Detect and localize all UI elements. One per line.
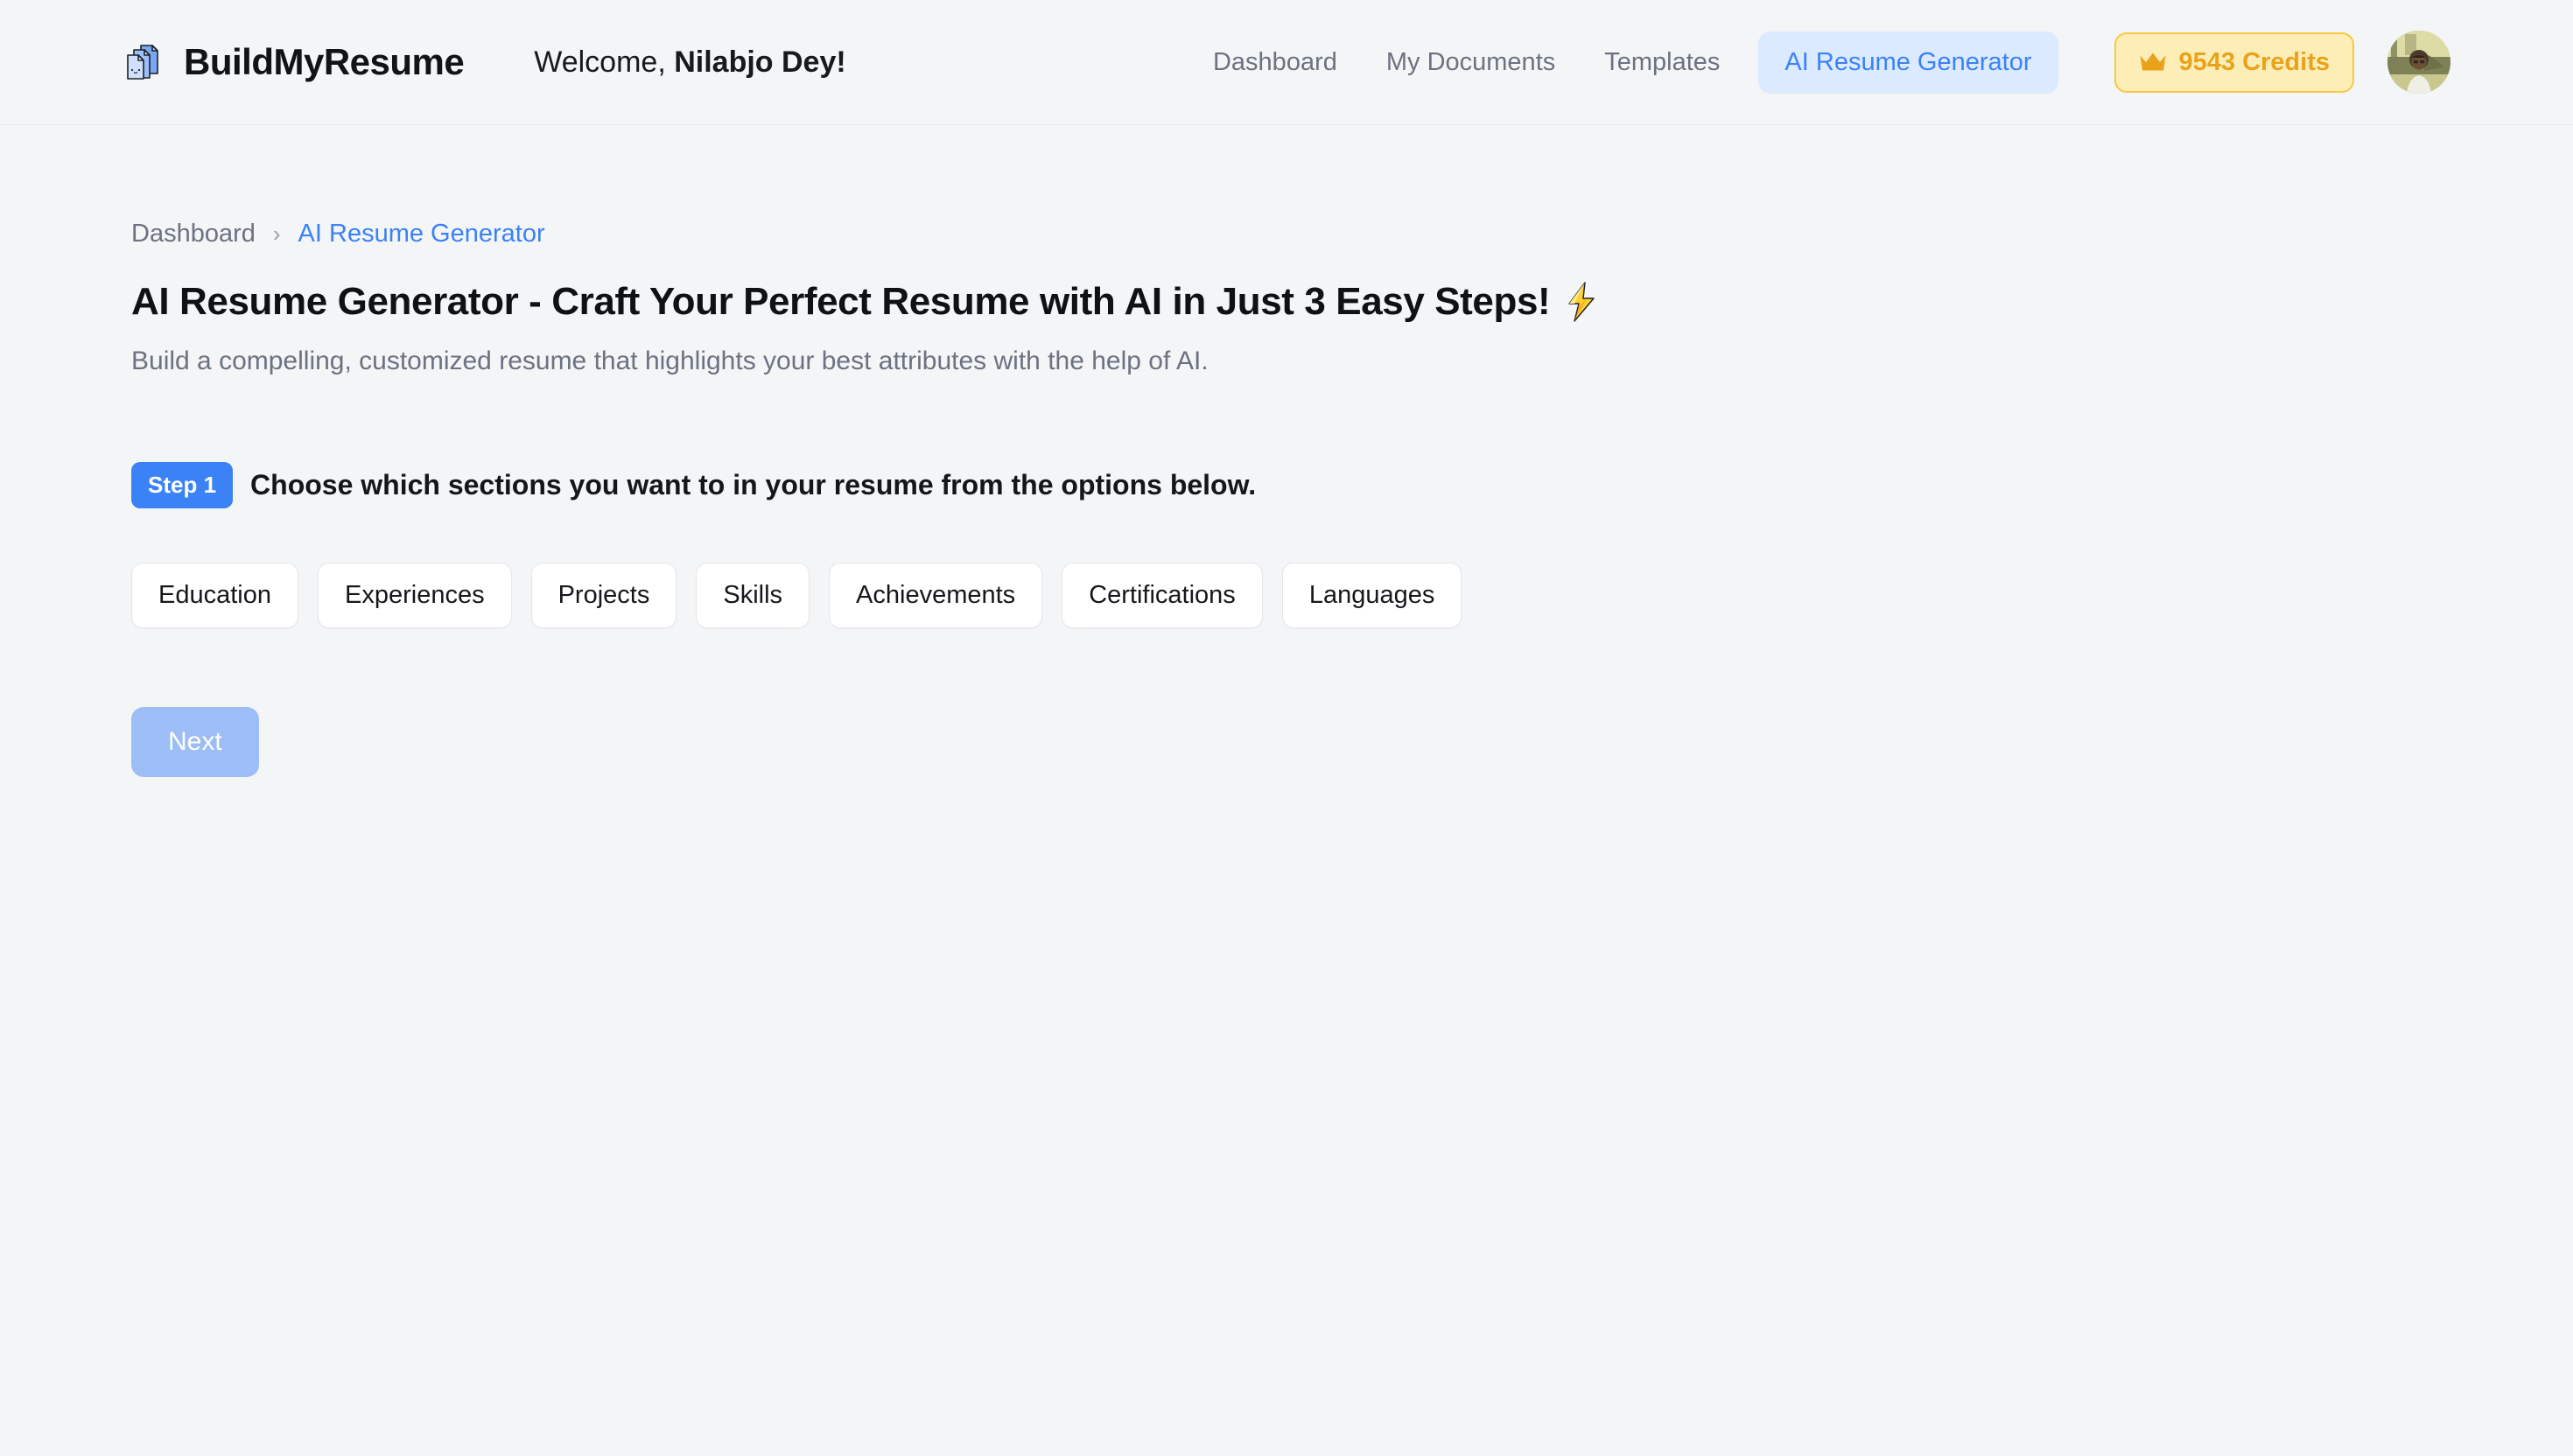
crown-icon xyxy=(2139,51,2167,74)
main-content: Dashboard › AI Resume Generator AI Resum… xyxy=(0,220,2573,777)
nav-item-ai-resume-generator[interactable]: AI Resume Generator xyxy=(1758,31,2058,94)
brand-name: BuildMyResume xyxy=(184,41,465,82)
section-option-projects[interactable]: Projects xyxy=(530,563,677,628)
step-badge: Step 1 xyxy=(131,462,234,508)
brand-logo[interactable]: BuildMyResume xyxy=(123,39,465,85)
section-options-list: Education Experiences Projects Skills Ac… xyxy=(131,563,2442,628)
app-header: BuildMyResume Welcome, Nilabjo Dey! Dash… xyxy=(0,0,2573,125)
section-option-achievements[interactable]: Achievements xyxy=(829,563,1043,628)
welcome-message: Welcome, Nilabjo Dey! xyxy=(534,46,845,80)
section-option-skills[interactable]: Skills xyxy=(696,563,810,628)
page-subtitle: Build a compelling, customized resume th… xyxy=(131,346,1209,375)
page-title-text: AI Resume Generator - Craft Your Perfect… xyxy=(131,280,1551,323)
section-option-education[interactable]: Education xyxy=(131,563,298,628)
section-option-certifications[interactable]: Certifications xyxy=(1062,563,1263,628)
breadcrumb: Dashboard › AI Resume Generator xyxy=(131,220,2442,248)
high-voltage-bolt-icon xyxy=(1562,282,1601,322)
credits-badge[interactable]: 9543 Credits xyxy=(2114,32,2354,93)
section-option-experiences[interactable]: Experiences xyxy=(318,563,512,628)
page-title: AI Resume Generator - Craft Your Perfect… xyxy=(131,280,2442,324)
credits-label: 9543 Credits xyxy=(2178,47,2331,76)
chevron-right-icon: › xyxy=(272,220,281,247)
step-instruction: Choose which sections you want to in you… xyxy=(250,469,1257,500)
nav-item-my-documents[interactable]: My Documents xyxy=(1362,48,1580,77)
nav-item-dashboard[interactable]: Dashboard xyxy=(1188,48,1362,77)
avatar[interactable] xyxy=(2387,31,2450,94)
stacked-documents-icon xyxy=(123,39,168,85)
main-navigation: Dashboard My Documents Templates AI Resu… xyxy=(1188,31,2450,94)
step-header: Step 1 Choose which sections you want to… xyxy=(131,462,2442,508)
next-button[interactable]: Next xyxy=(131,707,259,777)
breadcrumb-item-dashboard[interactable]: Dashboard xyxy=(131,220,256,248)
breadcrumb-item-current[interactable]: AI Resume Generator xyxy=(298,220,545,248)
section-option-languages[interactable]: Languages xyxy=(1281,563,1462,628)
welcome-user-name: Nilabjo Dey! xyxy=(674,45,846,79)
nav-item-templates[interactable]: Templates xyxy=(1580,48,1744,77)
welcome-prefix: Welcome, xyxy=(534,45,675,79)
